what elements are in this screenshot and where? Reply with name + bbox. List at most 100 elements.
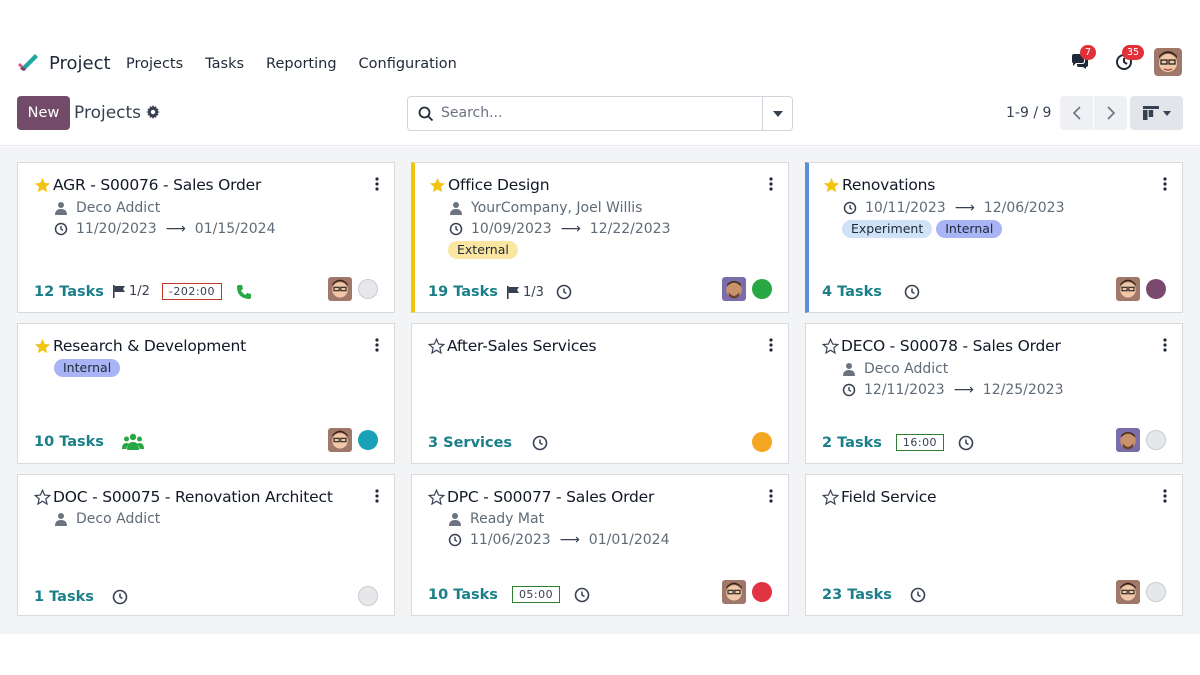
more-options-icon[interactable] bbox=[768, 177, 774, 191]
tasks-link[interactable]: 1 Tasks bbox=[34, 589, 94, 605]
control-panel: New Projects 1-9 / 9 bbox=[0, 88, 1200, 146]
status-indicator[interactable] bbox=[1146, 279, 1166, 299]
activity-clock-icon[interactable] bbox=[112, 589, 128, 605]
more-options-icon[interactable] bbox=[1162, 489, 1168, 503]
flag-icon bbox=[112, 285, 125, 298]
customer-name: Ready Mat bbox=[470, 511, 545, 527]
app-name[interactable]: Project bbox=[49, 53, 111, 74]
assignee-avatar[interactable] bbox=[1116, 428, 1140, 452]
star-outline-icon[interactable] bbox=[822, 338, 839, 355]
menu-reporting[interactable]: Reporting bbox=[266, 56, 337, 72]
project-title[interactable]: Renovations bbox=[842, 176, 935, 194]
tag-external: External bbox=[448, 241, 518, 259]
project-title[interactable]: DOC - S00075 - Renovation Architect bbox=[53, 488, 333, 506]
project-title[interactable]: DECO - S00078 - Sales Order bbox=[841, 337, 1061, 355]
project-title[interactable]: DPC - S00077 - Sales Order bbox=[447, 488, 654, 506]
project-card[interactable]: AGR - S00076 - Sales Order Deco Addict 1… bbox=[17, 162, 395, 313]
project-title[interactable]: Field Service bbox=[841, 488, 937, 506]
search-input[interactable] bbox=[441, 105, 761, 121]
activity-clock-icon[interactable] bbox=[904, 284, 920, 300]
pager-next-button[interactable] bbox=[1094, 96, 1127, 130]
project-card[interactable]: After-Sales Services 3 Services bbox=[411, 323, 789, 464]
more-options-icon[interactable] bbox=[374, 338, 380, 352]
gear-icon[interactable] bbox=[146, 105, 160, 119]
project-title[interactable]: After-Sales Services bbox=[447, 337, 597, 355]
assignee-avatar-image bbox=[1116, 277, 1140, 301]
project-card[interactable]: Field Service 23 Tasks bbox=[805, 474, 1183, 616]
messaging-menu[interactable]: 7 bbox=[1066, 45, 1097, 76]
tasks-link[interactable]: 19 Tasks bbox=[428, 284, 498, 300]
more-options-icon[interactable] bbox=[374, 177, 380, 191]
menu-configuration[interactable]: Configuration bbox=[359, 56, 457, 72]
menu-tasks[interactable]: Tasks bbox=[205, 56, 244, 72]
search-options-toggle[interactable] bbox=[762, 97, 792, 130]
assignee-avatar[interactable] bbox=[1116, 277, 1140, 301]
tasks-link[interactable]: 23 Tasks bbox=[822, 587, 892, 603]
star-outline-icon[interactable] bbox=[428, 489, 445, 506]
tasks-link[interactable]: 12 Tasks bbox=[34, 284, 104, 300]
activity-clock-icon[interactable] bbox=[910, 587, 926, 603]
more-options-icon[interactable] bbox=[1162, 338, 1168, 352]
pager-previous-button[interactable] bbox=[1060, 96, 1093, 130]
status-indicator[interactable] bbox=[752, 432, 772, 452]
project-card[interactable]: Research & Development Internal 10 Tasks bbox=[17, 323, 395, 464]
assignee-avatar[interactable] bbox=[1116, 580, 1140, 604]
star-filled-icon[interactable] bbox=[34, 177, 51, 194]
project-card[interactable]: DOC - S00075 - Renovation Architect Deco… bbox=[17, 474, 395, 616]
user-avatar[interactable] bbox=[1154, 48, 1182, 76]
more-options-icon[interactable] bbox=[1162, 177, 1168, 191]
chevron-left-icon bbox=[1072, 106, 1081, 120]
project-title[interactable]: Office Design bbox=[448, 176, 550, 194]
star-filled-icon[interactable] bbox=[823, 177, 840, 194]
assignee-avatar[interactable] bbox=[328, 277, 352, 301]
assignee-avatar[interactable] bbox=[722, 277, 746, 301]
services-link[interactable]: 3 Services bbox=[428, 435, 512, 451]
new-button[interactable]: New bbox=[17, 96, 70, 130]
status-indicator[interactable] bbox=[752, 279, 772, 299]
star-outline-icon[interactable] bbox=[34, 489, 51, 506]
activity-clock-icon[interactable] bbox=[574, 587, 590, 603]
star-filled-icon[interactable] bbox=[34, 338, 51, 355]
milestones: 1/3 bbox=[506, 285, 544, 300]
star-outline-icon[interactable] bbox=[822, 489, 839, 506]
status-indicator[interactable] bbox=[1146, 582, 1166, 602]
systray: 7 35 bbox=[1050, 45, 1182, 76]
tasks-link[interactable]: 4 Tasks bbox=[822, 284, 882, 300]
activities-menu[interactable]: 35 bbox=[1110, 45, 1145, 76]
activity-clock-icon[interactable] bbox=[958, 435, 974, 451]
date-start: 10/09/2023 bbox=[471, 221, 552, 237]
status-indicator[interactable] bbox=[358, 279, 378, 299]
phone-icon[interactable] bbox=[236, 284, 252, 300]
view-switcher-button[interactable] bbox=[1130, 96, 1183, 130]
customer-row: Deco Addict bbox=[54, 200, 160, 216]
status-indicator[interactable] bbox=[1146, 430, 1166, 450]
project-card[interactable]: DPC - S00077 - Sales Order Ready Mat 11/… bbox=[411, 474, 789, 616]
more-options-icon[interactable] bbox=[374, 489, 380, 503]
users-group-icon[interactable] bbox=[121, 433, 144, 451]
main-menu: Projects Tasks Reporting Configuration bbox=[126, 56, 479, 72]
menu-projects[interactable]: Projects bbox=[126, 56, 183, 72]
assignee-avatar[interactable] bbox=[328, 428, 352, 452]
activity-clock-icon[interactable] bbox=[532, 435, 548, 451]
tasks-link[interactable]: 10 Tasks bbox=[428, 587, 498, 603]
project-card[interactable]: Renovations 10/11/2023 ⟶ 12/06/2023 Expe… bbox=[805, 162, 1183, 313]
star-filled-icon[interactable] bbox=[429, 177, 446, 194]
assignee-avatar-image bbox=[722, 580, 746, 604]
star-outline-icon[interactable] bbox=[428, 338, 445, 355]
more-options-icon[interactable] bbox=[768, 338, 774, 352]
project-title[interactable]: AGR - S00076 - Sales Order bbox=[53, 176, 261, 194]
project-app-logo-icon[interactable] bbox=[16, 52, 40, 76]
tasks-link[interactable]: 2 Tasks bbox=[822, 435, 882, 451]
pager-value[interactable]: 1-9 / 9 bbox=[1006, 105, 1051, 121]
assignee-avatar[interactable] bbox=[722, 580, 746, 604]
tasks-link[interactable]: 10 Tasks bbox=[34, 434, 104, 450]
activity-clock-icon[interactable] bbox=[556, 284, 572, 300]
project-card[interactable]: Office Design YourCompany, Joel Willis 1… bbox=[411, 162, 789, 313]
status-indicator[interactable] bbox=[358, 430, 378, 450]
status-indicator[interactable] bbox=[752, 582, 772, 602]
project-title[interactable]: Research & Development bbox=[53, 337, 246, 355]
clock-icon bbox=[449, 222, 463, 236]
status-indicator[interactable] bbox=[358, 586, 378, 606]
project-card[interactable]: DECO - S00078 - Sales Order Deco Addict … bbox=[805, 323, 1183, 464]
more-options-icon[interactable] bbox=[768, 489, 774, 503]
